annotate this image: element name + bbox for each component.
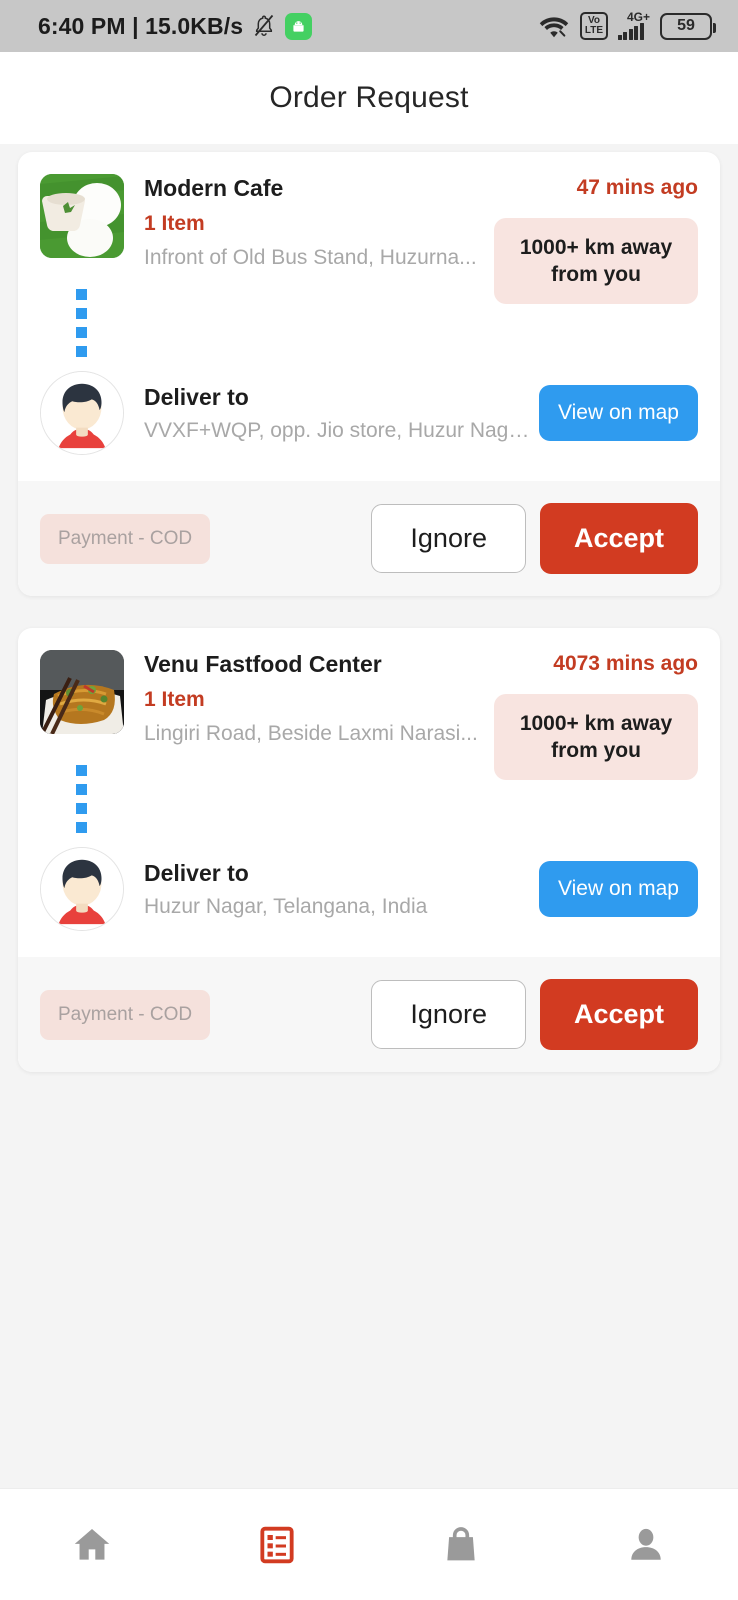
payment-badge: Payment - COD [40,513,211,564]
vendor-name: Modern Cafe [144,175,284,201]
distance-badge: 1000+ km away from you [494,694,698,780]
status-bar-left: 6:40 PM | 15.0KB/s [38,12,313,40]
battery-level: 59 [677,17,695,34]
vendor-name: Venu Fastfood Center [144,651,382,677]
status-clock: 6:40 PM | 15.0KB/s [38,12,244,39]
idli-food-photo [40,174,124,258]
deliver-row: Deliver to VVXF+WQP, opp. Jio store, Huz… [40,367,698,481]
vendor-info: Venu Fastfood Center 4073 mins ago 1 Ite… [144,650,698,780]
deliver-row: Deliver to Huzur Nagar, Telangana, India… [40,843,698,957]
payment-badge: Payment - COD [40,989,211,1040]
time-ago: 47 mins ago [576,176,698,199]
profile-person-icon [625,1524,667,1566]
noodles-food-photo [40,650,124,734]
order-card-body: Venu Fastfood Center 4073 mins ago 1 Ite… [18,628,720,957]
nav-item-orders[interactable] [185,1525,370,1565]
ignore-button[interactable]: Ignore [371,504,526,573]
order-card-footer: Payment - COD Ignore Accept [18,481,720,596]
time-ago: 4073 mins ago [553,652,698,675]
cellular-signal-icon: 4G+ [617,11,650,40]
order-request-list[interactable]: Modern Cafe 47 mins ago 1 Item Infront o… [0,144,738,1488]
home-icon [70,1523,114,1567]
nav-item-shop[interactable] [369,1524,554,1566]
bell-muted-icon [252,13,276,39]
order-card[interactable]: Venu Fastfood Center 4073 mins ago 1 Ite… [18,628,720,1072]
distance-badge: 1000+ km away from you [494,218,698,304]
nav-item-home[interactable] [0,1523,185,1567]
status-bar: 6:40 PM | 15.0KB/s Vo LTE 4G+ 59 [0,0,738,52]
vendor-address: Infront of Old Bus Stand, Huzurna... [144,246,477,269]
deliver-address: Huzur Nagar, Telangana, India [144,895,428,918]
deliver-info: Deliver to VVXF+WQP, opp. Jio store, Huz… [144,382,539,444]
status-bar-right: Vo LTE 4G+ 59 [538,11,722,40]
view-on-map-button[interactable]: View on map [538,385,698,441]
volte-icon: Vo LTE [579,12,608,40]
page-title: Order Request [269,81,469,114]
app-bar: Order Request [0,52,738,144]
deliver-title: Deliver to [144,860,249,886]
accept-button[interactable]: Accept [539,979,698,1050]
battery-icon: 59 [660,12,716,40]
shopping-bag-icon [440,1524,482,1566]
phone-screen: 6:40 PM | 15.0KB/s Vo LTE 4G+ 59 Order R… [0,0,738,1600]
order-card-body: Modern Cafe 47 mins ago 1 Item Infront o… [18,152,720,481]
order-card[interactable]: Modern Cafe 47 mins ago 1 Item Infront o… [18,152,720,596]
nav-item-profile[interactable] [554,1524,738,1566]
vendor-info: Modern Cafe 47 mins ago 1 Item Infront o… [144,174,698,304]
view-on-map-button[interactable]: View on map [538,861,698,917]
deliver-address: VVXF+WQP, opp. Jio store, Huzur Nagar... [144,419,539,442]
deliver-info: Deliver to Huzur Nagar, Telangana, India [144,858,539,920]
accept-button[interactable]: Accept [539,503,698,574]
vendor-row: Venu Fastfood Center 4073 mins ago 1 Ite… [40,650,698,780]
vendor-row: Modern Cafe 47 mins ago 1 Item Infront o… [40,174,698,304]
vendor-topline: Modern Cafe 47 mins ago [144,174,698,202]
order-card-footer: Payment - COD Ignore Accept [18,957,720,1072]
orders-list-icon [257,1525,297,1565]
wifi-icon [538,14,570,39]
bottom-navigation [0,1488,738,1600]
android-app-icon [285,12,313,40]
vendor-address: Lingiri Road, Beside Laxmi Narasi... [144,722,478,745]
signal-bars [617,23,644,40]
avatar [40,847,124,931]
vendor-topline: Venu Fastfood Center 4073 mins ago [144,650,698,678]
ignore-button[interactable]: Ignore [371,980,526,1049]
avatar [40,371,124,455]
deliver-title: Deliver to [144,384,249,410]
